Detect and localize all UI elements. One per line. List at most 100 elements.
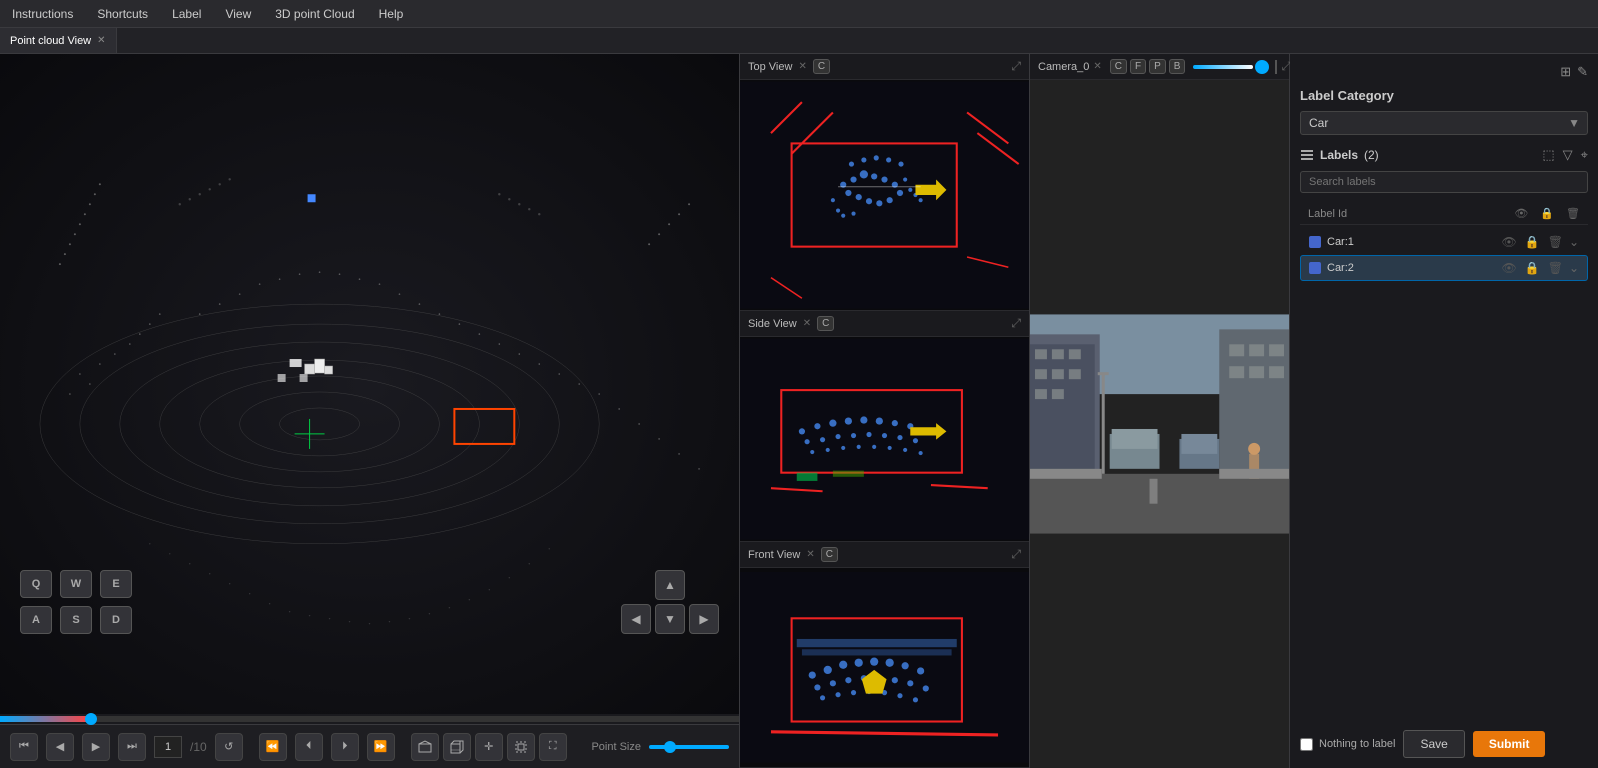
side-view-canvas[interactable] (740, 337, 1029, 541)
nav-right-btn[interactable]: ▶ (689, 604, 719, 634)
front-view-close[interactable]: ✕ (806, 549, 814, 560)
filter2-icon[interactable]: ▽ (1563, 147, 1573, 163)
pointcloud-canvas[interactable]: Q W E A S D ▲ ◀ (0, 54, 739, 714)
menu-shortcuts[interactable]: Shortcuts (93, 7, 152, 21)
tab-point-cloud[interactable]: Point cloud View ✕ (0, 28, 117, 53)
labels-actions: ⬚ ▽ ⌖ (1542, 147, 1588, 163)
prev-btn[interactable]: ◀ (46, 733, 74, 761)
label-car2-actions: 👁 🔒 🗑 (1502, 261, 1563, 275)
front-view-badge[interactable]: C (821, 547, 838, 562)
tab-bar: Point cloud View ✕ (0, 28, 1598, 54)
side-view-expand[interactable]: ⤢ (1011, 316, 1021, 331)
camera-close[interactable]: ✕ (1093, 61, 1101, 72)
label-category-section: Label Category Car Truck Pedestrian Cycl… (1300, 88, 1588, 147)
top-view-header: Top View ✕ C ⤢ (740, 54, 1029, 80)
car2-visibility-icon[interactable]: 👁 (1502, 261, 1517, 275)
cube-icon (450, 740, 464, 754)
side-view-section: Side View ✕ C ⤢ (740, 311, 1029, 542)
nav-arrows: ▲ ◀ ▼ ▶ (621, 570, 719, 634)
tool-box-btn[interactable] (411, 733, 439, 761)
front-view-section: Front View ✕ C ⤢ (740, 542, 1029, 768)
timeline-progress (0, 716, 89, 722)
front-view-header: Front View ✕ C ⤢ (740, 542, 1029, 568)
right-panel: ⊞ ✎ Label Category Car Truck Pedestrian … (1290, 54, 1598, 768)
menu-instructions[interactable]: Instructions (8, 7, 77, 21)
tool-cube-btn[interactable] (443, 733, 471, 761)
timeline-track[interactable] (0, 716, 739, 722)
frame-current-input[interactable]: 1 (154, 736, 182, 758)
front-view-canvas[interactable] (740, 568, 1029, 767)
key-e[interactable]: E (100, 570, 132, 598)
menu-help[interactable]: Help (375, 7, 408, 21)
side-view-badge[interactable]: C (817, 316, 834, 331)
point-size-slider[interactable] (649, 745, 729, 749)
nothing-to-label-checkbox-label[interactable]: Nothing to label (1300, 738, 1395, 751)
camera-panel: Camera_0 ✕ C F P B ⤢ (1030, 54, 1290, 768)
key-q[interactable]: Q (20, 570, 52, 598)
tool-move-btn[interactable]: ✛ (475, 733, 503, 761)
box-icon (418, 740, 432, 754)
label-item-car2[interactable]: Car:2 👁 🔒 🗑 ⌄ (1300, 255, 1588, 281)
frame-forward-btn[interactable]: ⏵ (331, 733, 359, 761)
tool-group: ✛ ⛶ (411, 733, 567, 761)
car1-expand-icon[interactable]: ⌄ (1569, 235, 1579, 249)
tag-icon[interactable]: ⌖ (1581, 147, 1588, 163)
pointcloud-background: Q W E A S D ▲ ◀ (0, 54, 739, 714)
car2-lock-icon[interactable]: 🔒 (1525, 261, 1540, 275)
skip-last-btn[interactable]: ⏭ (118, 733, 146, 761)
nav-up-btn[interactable]: ▲ (655, 570, 685, 600)
contrast-icon[interactable] (1275, 60, 1277, 74)
car2-delete-icon[interactable]: 🗑 (1548, 261, 1563, 275)
label-item-car1[interactable]: Car:1 👁 🔒 🗑 ⌄ (1300, 229, 1588, 255)
cam-badge-b[interactable]: B (1169, 59, 1186, 74)
submit-button[interactable]: Submit (1473, 731, 1546, 757)
panel-icon-1[interactable]: ⊞ (1560, 64, 1571, 80)
fast-forward-btn[interactable]: ⏩ (367, 733, 395, 761)
top-view-close[interactable]: ✕ (798, 61, 806, 72)
nothing-to-label-text: Nothing to label (1319, 738, 1395, 750)
play-btn[interactable]: ▶ (82, 733, 110, 761)
cam-header-icons: C F P B (1110, 59, 1186, 74)
panel-top-icons: ⊞ ✎ (1300, 64, 1588, 80)
menu-3d-point-cloud[interactable]: 3D point Cloud (271, 7, 358, 21)
car1-delete-icon[interactable]: 🗑 (1548, 235, 1563, 249)
tab-close-icon[interactable]: ✕ (97, 35, 105, 46)
menu-view[interactable]: View (221, 7, 255, 21)
category-select[interactable]: Car Truck Pedestrian Cyclist (1300, 111, 1588, 135)
timeline-wrapper[interactable] (0, 714, 739, 724)
key-d[interactable]: D (100, 606, 132, 634)
tool-transform-btn[interactable] (507, 733, 535, 761)
panel-edit-icon[interactable]: ✎ (1577, 64, 1588, 80)
menu-label[interactable]: Label (168, 7, 205, 21)
front-view-expand[interactable]: ⤢ (1011, 547, 1021, 562)
filter-icon[interactable]: ⬚ (1542, 147, 1554, 163)
nav-left-btn[interactable]: ◀ (621, 604, 651, 634)
top-view-expand[interactable]: ⤢ (1011, 59, 1021, 74)
key-s[interactable]: S (60, 606, 92, 634)
refresh-btn[interactable]: ↺ (215, 733, 243, 761)
car1-visibility-icon[interactable]: 👁 (1502, 235, 1517, 249)
labels-header: Labels (2) ⬚ ▽ ⌖ (1300, 147, 1588, 163)
skip-first-btn[interactable]: ⏮ (10, 733, 38, 761)
label-list-header: Label Id 👁 🔒 🗑 (1300, 203, 1588, 225)
tool-fullscreen-btn[interactable]: ⛶ (539, 733, 567, 761)
category-select-wrapper: Car Truck Pedestrian Cyclist ▼ (1300, 111, 1588, 135)
frame-back-btn[interactable]: ⏴ (295, 733, 323, 761)
side-view-close[interactable]: ✕ (803, 318, 811, 329)
side-view-title: Side View (748, 318, 797, 330)
key-w[interactable]: W (60, 570, 92, 598)
fast-back-btn[interactable]: ⏪ (259, 733, 287, 761)
car1-lock-icon[interactable]: 🔒 (1525, 235, 1540, 249)
nav-down-btn[interactable]: ▼ (655, 604, 685, 634)
car2-expand-icon[interactable]: ⌄ (1569, 261, 1579, 275)
side-view-header: Side View ✕ C ⤢ (740, 311, 1029, 337)
top-view-canvas[interactable] (740, 80, 1029, 310)
cam-badge-f[interactable]: F (1130, 59, 1146, 74)
save-button[interactable]: Save (1403, 730, 1464, 758)
search-labels-input[interactable] (1300, 171, 1588, 193)
key-a[interactable]: A (20, 606, 52, 634)
cam-badge-p[interactable]: P (1149, 59, 1166, 74)
top-view-badge[interactable]: C (813, 59, 830, 74)
nothing-to-label-checkbox[interactable] (1300, 738, 1313, 751)
cam-badge-c[interactable]: C (1110, 59, 1127, 74)
